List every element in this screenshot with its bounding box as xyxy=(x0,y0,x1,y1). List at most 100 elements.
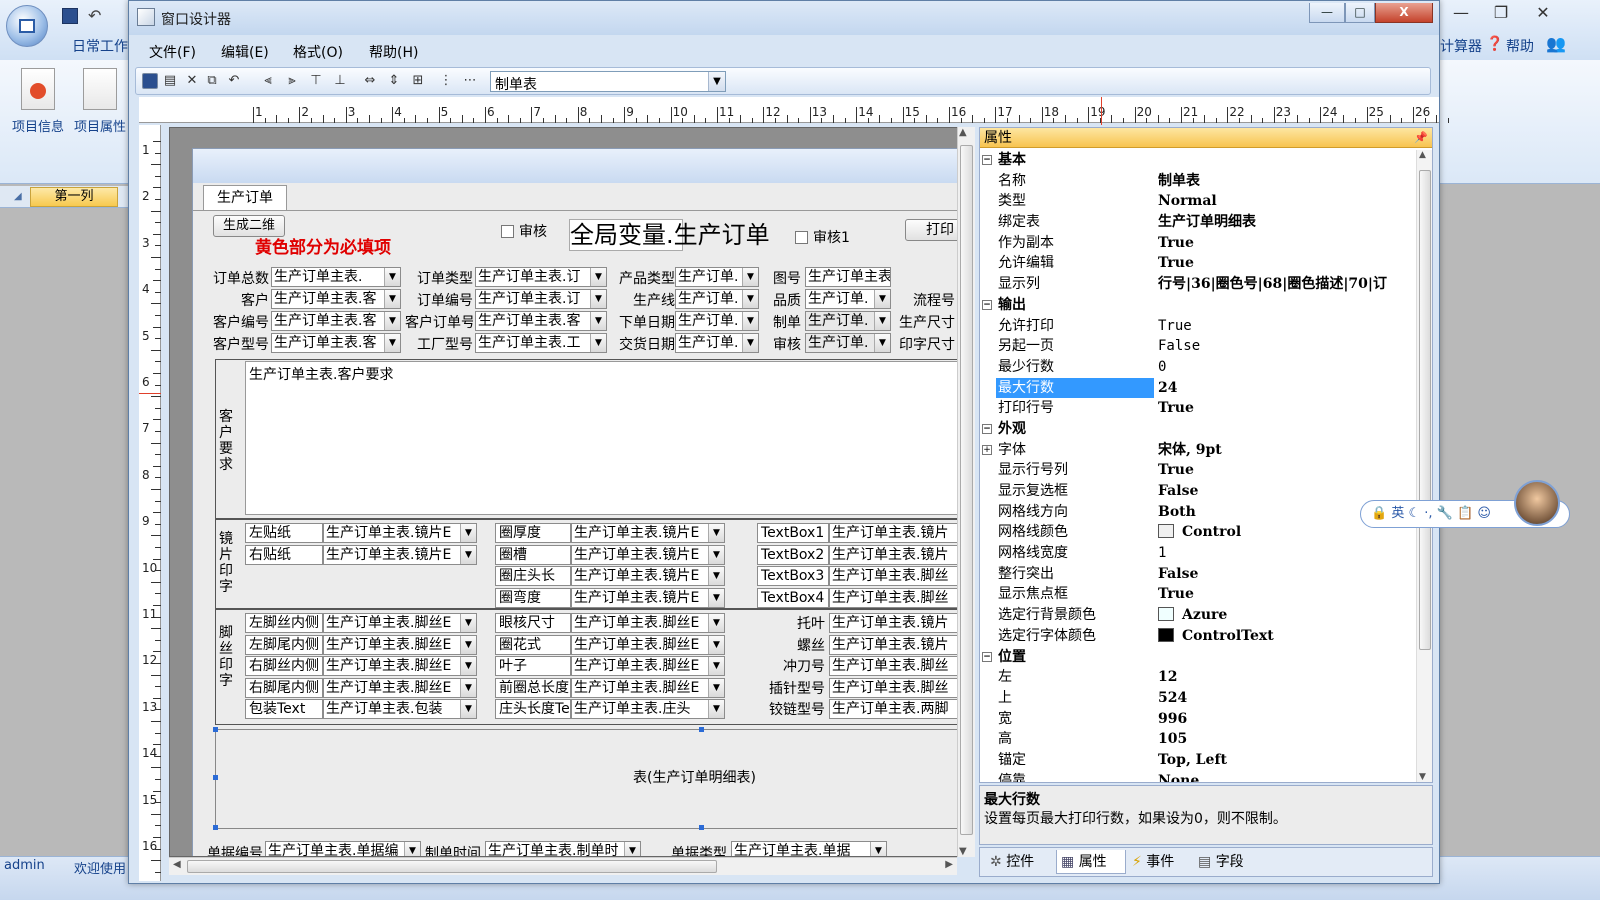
property-value[interactable]: True xyxy=(1158,584,1416,604)
chevron-down-icon[interactable]: ▼ xyxy=(460,678,476,697)
resize-handle[interactable] xyxy=(213,727,218,732)
property-row[interactable]: 选定行字体颜色 ControlText xyxy=(980,626,1416,647)
field-combo[interactable]: 生产订单主表.脚丝 xyxy=(829,587,971,608)
scroll-right-icon[interactable]: ▶ xyxy=(945,859,953,870)
scroll-up-icon[interactable]: ▲ xyxy=(959,127,967,138)
chevron-down-icon[interactable]: ▼ xyxy=(708,545,724,564)
property-value[interactable]: True xyxy=(1158,460,1416,480)
canvas-horizontal-scrollbar[interactable]: ◀ ▶ xyxy=(169,857,957,875)
chevron-down-icon[interactable]: ▼ xyxy=(590,334,606,352)
chevron-down-icon[interactable]: ▼ xyxy=(460,614,476,632)
minimize-button[interactable]: — xyxy=(1309,3,1345,23)
property-row[interactable]: 允许编辑 True xyxy=(980,253,1416,274)
close-button[interactable]: X xyxy=(1375,3,1433,23)
field-combo[interactable]: 生产订单主表.庄头 ▼ xyxy=(571,699,725,719)
align-right-icon[interactable]: ⫸ xyxy=(284,73,300,89)
menu-file[interactable]: 文件(F) xyxy=(149,42,196,62)
field-combo[interactable]: 生产订单主表.单据 ▼ xyxy=(731,841,887,856)
same-size-icon[interactable]: ⊞ xyxy=(410,73,426,89)
property-category[interactable]: − 基本 xyxy=(980,150,1416,171)
resize-handle[interactable] xyxy=(213,775,218,780)
field-combo[interactable]: 生产订单主表.客 ▼ xyxy=(475,311,607,331)
collapse-icon[interactable]: − xyxy=(982,423,992,434)
canvas-vertical-scrollbar[interactable]: ▲ ▼ xyxy=(957,127,975,857)
clipboard-icon[interactable]: 📋 xyxy=(1457,506,1473,521)
property-value[interactable]: 生产订单明细表 xyxy=(1158,212,1416,232)
property-grid-scrollbar[interactable]: ▲ ▼ xyxy=(1416,150,1432,782)
chevron-down-icon[interactable]: ▼ xyxy=(460,524,476,542)
property-row[interactable]: + 字体 宋体, 9pt xyxy=(980,440,1416,461)
chevron-down-icon[interactable]: ▼ xyxy=(742,268,758,286)
tab-fields[interactable]: ▤ 字段 xyxy=(1194,850,1264,874)
window-titlebar[interactable] xyxy=(129,1,1439,35)
same-height-icon[interactable]: ⇕ xyxy=(386,73,402,89)
chevron-down-icon[interactable]: ▼ xyxy=(384,290,400,308)
chevron-down-icon[interactable]: ▼ xyxy=(460,657,476,675)
menu-edit[interactable]: 编辑(E) xyxy=(221,42,269,62)
field-combo[interactable]: 生产订单主表.制单时 ▼ xyxy=(485,841,641,856)
field-combo[interactable]: 生产订单主表.脚丝 xyxy=(829,656,971,676)
avatar[interactable] xyxy=(1514,480,1560,526)
chevron-down-icon[interactable]: ▼ xyxy=(460,635,476,654)
same-width-icon[interactable]: ⇔ xyxy=(362,73,378,89)
field-combo[interactable]: 生产订单主表.镜片E ▼ xyxy=(571,523,725,543)
property-row[interactable]: 显示行号列 True xyxy=(980,460,1416,481)
form-surface[interactable]: 生产订单 生成二维 黄色部分为必填项 审核 全局变量.生产订单 审核1 打印 订… xyxy=(192,148,972,856)
property-value[interactable]: 24 xyxy=(1158,378,1416,398)
audit1-checkbox[interactable] xyxy=(795,231,808,244)
field-combo[interactable]: 生产订单主表.镜片E ▼ xyxy=(571,566,725,586)
field-combo[interactable]: 生产订单主表.镜片E ▼ xyxy=(571,544,725,565)
field-combo[interactable]: 生产订单. ▼ xyxy=(805,289,891,309)
chevron-down-icon[interactable]: ▼ xyxy=(708,614,724,632)
chevron-down-icon[interactable]: ▼ xyxy=(742,334,758,352)
bg-restore-icon[interactable]: ❐ xyxy=(1484,2,1518,24)
save-icon[interactable] xyxy=(142,73,158,89)
resize-handle[interactable] xyxy=(213,825,218,830)
field-combo[interactable]: 生产订单. ▼ xyxy=(675,333,759,353)
property-value[interactable]: 1 xyxy=(1158,543,1416,563)
property-category[interactable]: − 输出 xyxy=(980,295,1416,316)
chevron-down-icon[interactable]: ▼ xyxy=(708,657,724,675)
field-combo[interactable]: 生产订单主表.客 ▼ xyxy=(271,333,401,353)
property-category[interactable]: − 外观 xyxy=(980,419,1416,440)
undo-icon[interactable]: ↶ xyxy=(88,6,101,25)
chevron-down-icon[interactable]: ▼ xyxy=(708,700,724,718)
chevron-down-icon[interactable]: ▼ xyxy=(874,334,890,352)
bg-close-icon[interactable]: ✕ xyxy=(1526,2,1560,24)
property-row[interactable]: 宽 996 xyxy=(980,709,1416,730)
property-value[interactable]: 12 xyxy=(1158,667,1416,687)
property-value[interactable]: None xyxy=(1158,771,1416,782)
help-icon[interactable]: ❓ xyxy=(1486,36,1503,52)
detail-table[interactable] xyxy=(215,729,971,829)
property-row[interactable]: 名称 制单表 xyxy=(980,171,1416,192)
pin-icon[interactable]: 📌 xyxy=(1414,131,1428,144)
chevron-down-icon[interactable]: ▼ xyxy=(708,72,725,91)
resize-handle[interactable] xyxy=(699,727,704,732)
field-combo[interactable]: 生产订单主表.脚丝E ▼ xyxy=(571,634,725,655)
property-row[interactable]: 整行突出 False xyxy=(980,564,1416,585)
property-row[interactable]: 左 12 xyxy=(980,667,1416,688)
chevron-down-icon[interactable]: ▼ xyxy=(384,334,400,352)
chevron-down-icon[interactable]: ▼ xyxy=(590,290,606,308)
field-combo[interactable]: 生产订单主表.镜片 xyxy=(829,544,971,565)
field-combo[interactable]: 生产订单主表.单据编 ▼ xyxy=(265,841,421,856)
collapse-icon[interactable]: − xyxy=(982,155,992,165)
settings-icon[interactable]: 🔧 xyxy=(1437,506,1453,521)
chevron-down-icon[interactable]: ▼ xyxy=(874,312,890,330)
scroll-thumb[interactable] xyxy=(1419,170,1431,650)
property-value[interactable]: Azure xyxy=(1158,605,1416,625)
property-row[interactable]: 选定行背景颜色 Azure xyxy=(980,605,1416,626)
field-combo[interactable]: 生产订单主表.两脚 xyxy=(829,699,971,719)
field-combo[interactable]: 生产订单主表.客 ▼ xyxy=(271,289,401,309)
chevron-down-icon[interactable]: ▼ xyxy=(708,635,724,654)
property-category[interactable]: − 位置 xyxy=(980,647,1416,668)
tab-properties[interactable]: ▦ 属性 xyxy=(1056,850,1126,874)
audit-checkbox[interactable] xyxy=(501,225,514,238)
chevron-down-icon[interactable]: ▼ xyxy=(870,842,886,856)
property-value[interactable]: 行号|36|圈色号|68|圈色描述|70|订 xyxy=(1158,274,1416,294)
expand-icon[interactable]: + xyxy=(982,444,992,455)
control-select-combo[interactable]: 制单表 ▼ xyxy=(490,71,726,93)
save-icon[interactable] xyxy=(62,8,78,24)
scroll-thumb-h[interactable] xyxy=(187,860,717,873)
property-value[interactable]: 524 xyxy=(1158,688,1416,708)
